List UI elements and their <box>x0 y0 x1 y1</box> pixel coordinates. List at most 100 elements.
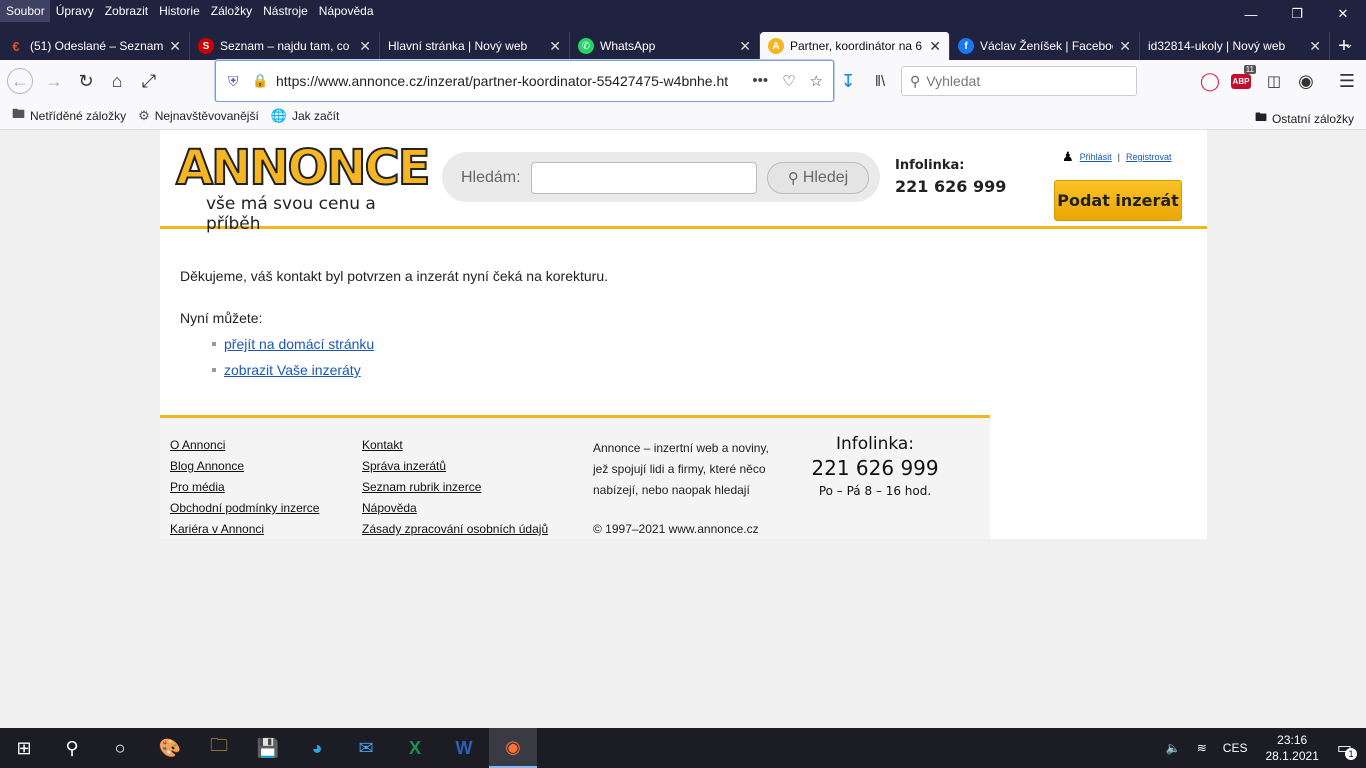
url-text[interactable]: https://www.annonce.cz/inzerat/partner-k… <box>276 73 752 89</box>
tab-seznam[interactable]: S Seznam – najdu tam, co ✕ <box>190 32 380 60</box>
bookmark-jak-zacit[interactable]: 🌐 Jak začít <box>271 108 340 124</box>
list-tabs-icon[interactable]: ⌄ <box>1343 36 1354 52</box>
close-tab-icon[interactable]: ✕ <box>549 38 561 55</box>
pocket-icon[interactable]: ♡ <box>782 72 795 90</box>
edge-icon[interactable]: ◕ <box>293 728 341 768</box>
next-steps-heading: Nyní můžete: <box>180 310 263 326</box>
volume-icon[interactable]: 🔈 <box>1166 741 1181 755</box>
bookmark-star-icon[interactable]: ☆ <box>810 72 823 90</box>
word-icon[interactable]: W <box>440 728 488 768</box>
close-tab-icon[interactable]: ✕ <box>929 38 941 55</box>
close-tab-icon[interactable]: ✕ <box>169 38 181 55</box>
my-ads-link[interactable]: zobrazit Vaše inzeráty <box>224 362 361 378</box>
task-view-icon[interactable]: ○ <box>96 728 144 768</box>
menu-soubor[interactable]: Soubor <box>0 0 50 22</box>
menu-historie[interactable]: Historie <box>153 0 205 22</box>
header-infolinka: Infolinka: 221 626 999 <box>895 158 1006 196</box>
back-icon[interactable]: ← <box>7 68 33 94</box>
footer-link-podminky[interactable]: Obchodní podmínky inzerce <box>170 501 319 516</box>
notifications-icon[interactable]: ▭ 1 <box>1337 738 1357 760</box>
sidebar-icon[interactable]: ◫ <box>1261 68 1287 94</box>
bookmark-label: Netříděné záložky <box>30 108 127 123</box>
tracking-protection-icon[interactable]: ⛨ <box>228 73 244 89</box>
site-search: Hledám: ⚲ Hledej <box>442 152 880 202</box>
firefox-icon[interactable]: ◉ <box>489 728 537 768</box>
reload-icon[interactable]: ↻ <box>73 68 99 94</box>
footer-link-rubriky[interactable]: Seznam rubrik inzerce <box>362 480 548 495</box>
submit-ad-button[interactable]: Podat inzerát <box>1054 180 1182 221</box>
paint-icon[interactable]: 🎨 <box>146 728 194 768</box>
account-icon[interactable]: ◉ <box>1293 68 1319 94</box>
network-icon[interactable]: ≋ <box>1197 741 1207 755</box>
language-indicator[interactable]: CES <box>1223 741 1248 755</box>
menu-zalozky[interactable]: Záložky <box>205 0 257 22</box>
fullscreen-icon[interactable]: ⤢ <box>136 68 162 94</box>
login-link[interactable]: Přihlásit <box>1080 152 1112 162</box>
tab-ukoly[interactable]: id32814-ukoly | Nový web ✕ <box>1140 32 1330 60</box>
file-explorer-icon[interactable]: 🗀 <box>195 728 243 768</box>
close-tab-icon[interactable]: ✕ <box>1309 38 1321 55</box>
menu-napoveda[interactable]: Nápověda <box>313 0 379 22</box>
clock-date: 28.1.2021 <box>1265 749 1319 763</box>
web-search-field[interactable]: ⚲ Vyhledat <box>901 66 1137 96</box>
hamburger-menu-icon[interactable]: ☰ <box>1334 68 1360 94</box>
tab-label: Partner, koordinátor na 6 <box>790 39 923 53</box>
library-icon[interactable]: ‖\ <box>867 68 893 94</box>
footer-link-pro-media[interactable]: Pro média <box>170 480 319 495</box>
minimize-icon[interactable]: — <box>1228 0 1274 28</box>
home-page-link[interactable]: přejít na domácí stránku <box>224 336 374 352</box>
windows-start-icon[interactable]: ⊞ <box>0 728 48 768</box>
url-actions: ••• ♡ ☆ <box>752 72 823 90</box>
tab-facebook[interactable]: f Václav Ženíšek | Faceboo ✕ <box>950 32 1140 60</box>
menu-nastroje[interactable]: Nástroje <box>257 0 313 22</box>
footer-link-zasady[interactable]: Zásady zpracování osobních údajů <box>362 522 548 537</box>
bookmark-nejnavstevovanejsi[interactable]: ⚙ Nejnavštěvovanější <box>138 108 259 124</box>
folder-icon: 🖿 <box>1254 110 1267 124</box>
footer-link-kariera[interactable]: Kariéra v Annonci <box>170 522 319 537</box>
page-actions-icon[interactable]: ••• <box>752 72 768 90</box>
tab-whatsapp[interactable]: ✆ WhatsApp ✕ <box>570 32 760 60</box>
tab-seznam-email[interactable]: € (51) Odeslané – Seznam E ✕ <box>0 32 190 60</box>
about-text: Annonce – inzertní web a noviny, jež spo… <box>593 441 769 497</box>
windows-taskbar: ⊞ ⚲ ○ 🎨 🗀 💾 ◕ ✉ X W ◉ 🔈 ≋ CES 23:16 28.1… <box>0 728 1366 768</box>
list-item: zobrazit Vaše inzeráty <box>212 362 608 378</box>
tab-annonce[interactable]: A Partner, koordinátor na 6 ✕ <box>760 32 950 60</box>
url-bar[interactable]: ⛨ 🔒 https://www.annonce.cz/inzerat/partn… <box>215 60 834 102</box>
next-steps-list: přejít na domácí stránku zobrazit Vaše i… <box>212 336 608 378</box>
close-icon[interactable]: ✕ <box>1320 0 1366 28</box>
menu-zobrazit[interactable]: Zobrazit <box>99 0 153 22</box>
search-icon[interactable]: ⚲ <box>48 728 96 768</box>
footer-link-kontakt[interactable]: Kontakt <box>362 438 548 453</box>
annonce-logo[interactable]: ANNONCE vše má svou cenu a příběh <box>175 143 431 234</box>
mail-icon[interactable]: ✉ <box>342 728 390 768</box>
footer-link-sprava[interactable]: Správa inzerátů <box>362 459 548 474</box>
clock[interactable]: 23:16 28.1.2021 <box>1265 732 1318 764</box>
search-button-label: Hledej <box>802 169 849 186</box>
home-icon[interactable]: ⌂ <box>104 68 130 94</box>
close-tab-icon[interactable]: ✕ <box>739 38 751 55</box>
footer-link-o-annonci[interactable]: O Annonci <box>170 438 319 453</box>
tab-hlavni-stranka[interactable]: Hlavní stránka | Nový web ✕ <box>380 32 570 60</box>
close-tab-icon[interactable]: ✕ <box>359 38 371 55</box>
footer-link-napoveda[interactable]: Nápověda <box>362 501 548 516</box>
download-icon[interactable]: ↧ <box>835 68 861 94</box>
footer-link-blog[interactable]: Blog Annonce <box>170 459 319 474</box>
save-disk-icon[interactable]: 💾 <box>244 728 292 768</box>
search-input[interactable] <box>531 162 757 194</box>
bookmark-netridene[interactable]: 🖿 Netříděné záložky <box>12 105 126 127</box>
forward-icon[interactable]: → <box>41 68 67 94</box>
opera-extension-icon[interactable]: ◯ <box>1197 68 1223 94</box>
register-link[interactable]: Registrovat <box>1126 152 1172 162</box>
excel-icon[interactable]: X <box>391 728 439 768</box>
lock-icon[interactable]: 🔒 <box>252 73 268 89</box>
search-button[interactable]: ⚲ Hledej <box>767 162 869 194</box>
bookmark-other[interactable]: 🖿 Ostatní záložky <box>1255 108 1354 129</box>
close-tab-icon[interactable]: ✕ <box>1119 38 1131 55</box>
whatsapp-icon: ✆ <box>578 38 594 54</box>
restore-icon[interactable]: ❐ <box>1274 0 1320 28</box>
menu-upravy[interactable]: Úpravy <box>50 0 99 22</box>
tab-bar: € (51) Odeslané – Seznam E ✕ S Seznam – … <box>0 32 1366 60</box>
footer-col-about: O Annonci Blog Annonce Pro média Obchodn… <box>170 438 319 543</box>
menu-list: Soubor Úpravy Zobrazit Historie Záložky … <box>0 0 379 22</box>
adblock-icon[interactable]: ABP 11 <box>1228 65 1256 94</box>
